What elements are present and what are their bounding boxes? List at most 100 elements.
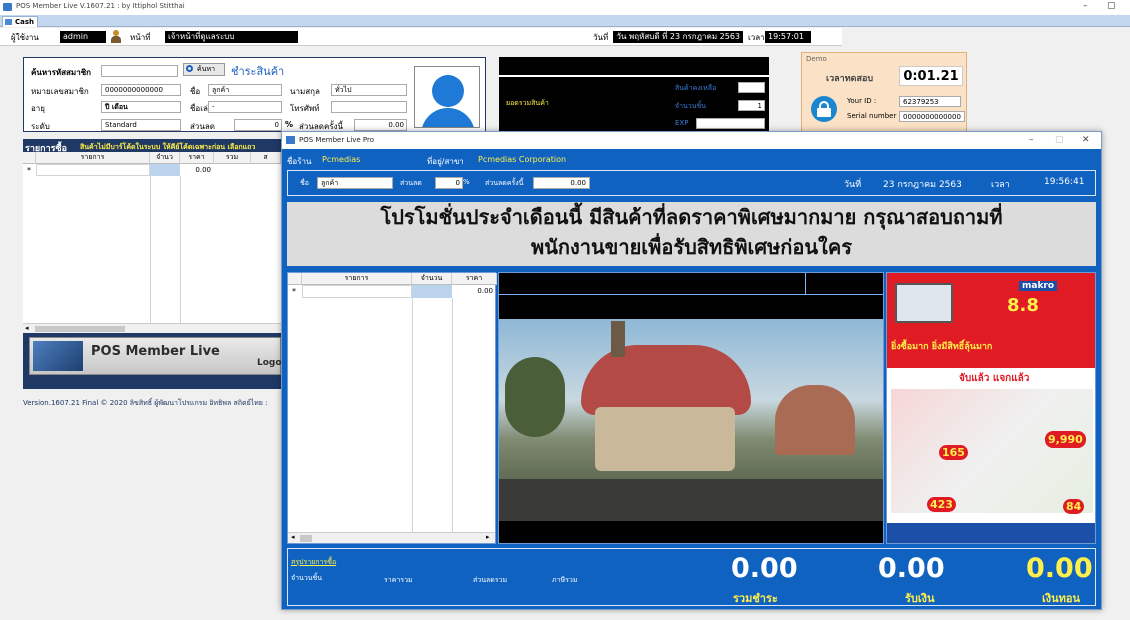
exp-label: EXP [675, 119, 689, 127]
pro-discount-per-field[interactable]: 0.00 [533, 177, 590, 189]
member-no-label: หมายเลขสมาชิก [31, 87, 89, 96]
logo-suffix: Logo [257, 358, 282, 368]
member-form-panel: ค้นหารหัสสมาชิก ค้นหา ชำระสินค้า หมายเลข… [23, 57, 486, 132]
pro-time-value: 19:56:41 [1044, 177, 1085, 187]
qty-field: 1 [738, 100, 765, 111]
new-row-item-cell[interactable] [36, 164, 150, 176]
mushroom-house-wall [595, 407, 735, 471]
address-label: ที่อยู่/สาขา [427, 157, 464, 166]
shop-value: Pcmedias [322, 155, 361, 164]
demo-panel: Demo เวลาทดสอบ 0:01.21 Your ID : 6237925… [801, 52, 967, 132]
pro-close-icon[interactable]: ✕ [1082, 132, 1090, 149]
level-field[interactable]: Standard [101, 119, 181, 131]
window-title: POS Member Live V.1607.21 : by Ittiphol … [16, 2, 185, 10]
pro-purchase-grid[interactable]: รายการ จำนวน ราคา * 0.00 ◂ ▸ [287, 272, 497, 544]
pro-col-header-qty[interactable]: จำนวน [412, 273, 452, 285]
customer-name-field[interactable]: ลูกค้า [317, 177, 393, 189]
time-label: เวลา [748, 33, 765, 42]
user-label: ผู้ใช้งาน [11, 33, 39, 42]
customer-bar: ชื่อ ลูกค้า ส่วนลด 0 % ส่วนลดครั้งนี้ 0.… [287, 170, 1096, 196]
avatar-body [421, 108, 475, 127]
exp-field [696, 118, 765, 129]
pro-scroll-left-icon[interactable]: ◂ [291, 533, 295, 541]
pro-scroll-thumb[interactable] [300, 535, 312, 542]
video-player[interactable] [498, 272, 884, 544]
surname-field[interactable]: ทั่วไป [331, 84, 407, 96]
search-member-input[interactable] [101, 65, 178, 77]
avatar-head [432, 75, 464, 107]
flyer-brand: makro [1019, 281, 1058, 291]
summary-panel: ยอดรวมสินค้า สินค้าคงเหลือ จำนวนชิ้น 1 E… [499, 57, 769, 132]
col-header-item[interactable]: รายการ [36, 152, 150, 164]
tab-cash-label: Cash [15, 18, 35, 26]
flyer-price-165: 165 [939, 445, 968, 460]
serial-field[interactable]: 0000000000000 [899, 111, 965, 122]
pro-minimize-icon[interactable]: – [1029, 132, 1034, 149]
summary-link[interactable]: สรุปรายการซื้อ [291, 557, 336, 568]
role-value: เจ้าหน้าที่ดูแลระบบ [165, 31, 298, 43]
promo-flyer: makro 8.8 ยิ่งซื้อมาก ยิ่งมีสิทธิ์ลุ้นมา… [886, 272, 1096, 544]
surname-label: นามสกุล [290, 87, 320, 96]
new-row-qty-cell[interactable] [150, 164, 180, 176]
total-pay-label: รวมชำระ [733, 592, 778, 605]
horizontal-scrollbar[interactable]: ◂ [23, 323, 281, 333]
pro-maximize-icon[interactable]: ▢ [1055, 132, 1064, 149]
your-id-field: 62379253 [899, 96, 961, 107]
pro-qty-label: จำนวนชิ้น [291, 574, 323, 582]
pro-new-row-item-cell[interactable] [302, 285, 412, 298]
pro-new-row-price-cell[interactable]: 0.00 [452, 285, 496, 298]
totals-panel: สรุปรายการซื้อ จำนวนชิ้น ราคารวม ส่วนลดร… [287, 548, 1096, 606]
name-field[interactable]: ลูกค้า [208, 84, 282, 96]
version-text: Version.1607.21 Final © 2020 ลิขสิทธิ์ ผ… [23, 399, 268, 407]
pro-new-row-qty-cell[interactable] [412, 285, 452, 298]
member-no-field[interactable]: 0000000000000 [101, 84, 181, 96]
remaining-label: สินค้าคงเหลือ [675, 84, 717, 92]
pro-col-header-item[interactable]: รายการ [302, 273, 412, 285]
video-scene [499, 319, 883, 521]
grid-corner [23, 152, 36, 164]
scroll-thumb[interactable] [35, 326, 125, 332]
tab-cash[interactable]: Cash [2, 16, 38, 27]
col-header-extra[interactable]: ส [251, 152, 281, 164]
search-button[interactable]: ค้นหา [183, 63, 225, 76]
cash-tab-icon [5, 19, 12, 25]
logo-text: POS Member Live [91, 344, 220, 359]
minimize-icon[interactable]: – [1083, 1, 1088, 11]
pro-discount-field[interactable]: 0 [435, 177, 463, 189]
purchase-grid[interactable]: รายการ จำนว ราคา รวม ส * 0.00 [23, 152, 281, 332]
pro-scroll-right-icon[interactable]: ▸ [486, 533, 490, 541]
scroll-left-icon[interactable]: ◂ [25, 324, 29, 332]
pro-titlebar: POS Member Live Pro – ▢ ✕ [282, 132, 1101, 149]
age-field[interactable]: ปี เดือน [101, 101, 181, 113]
flyer-products [891, 389, 1093, 513]
grid-divider [452, 298, 453, 532]
date-label: วันที่ [593, 33, 609, 42]
new-row-price-cell[interactable]: 0.00 [180, 164, 214, 176]
pay-link[interactable]: ชำระสินค้า [231, 62, 284, 80]
nickname-field[interactable]: - [208, 101, 282, 113]
tree-left [505, 357, 565, 437]
pro-grid-corner [288, 273, 302, 285]
col-header-price[interactable]: ราคา [180, 152, 214, 164]
grid-divider [412, 298, 413, 532]
phone-label: โทรศัพท์ [290, 104, 320, 113]
discount-per-field[interactable]: 0.00 [354, 119, 407, 131]
grid-divider [150, 176, 151, 326]
top-info-bar: ผู้ใช้งาน admin หน้าที่ เจ้าหน้าที่ดูแลร… [0, 28, 842, 46]
discount-field[interactable]: 0 [234, 119, 282, 131]
pro-horizontal-scrollbar[interactable]: ◂ ▸ [288, 532, 495, 543]
col-header-qty[interactable]: จำนว [150, 152, 180, 164]
pro-col-header-price[interactable]: ราคา [452, 273, 497, 285]
col-header-total[interactable]: รวม [214, 152, 251, 164]
role-label: หน้าที่ [130, 33, 151, 42]
phone-field[interactable] [331, 101, 407, 113]
demo-title: Demo [806, 55, 827, 63]
flyer-headline-1: ยิ่งซื้อมาก ยิ่งมีสิทธิ์ลุ้นมาก [891, 342, 993, 352]
member-avatar [414, 66, 480, 128]
user-value: admin [60, 31, 106, 43]
qty-label: จำนวนชิ้น [675, 102, 707, 110]
trial-label: เวลาทดสอบ [826, 74, 874, 84]
restore-icon[interactable]: ▢ [1107, 1, 1116, 11]
shop-label: ชื่อร้าน [287, 157, 312, 166]
promo-line-1: โปรโมชั่นประจำเดือนนี้ มีสินค้าที่ลดราคา… [380, 205, 1003, 229]
